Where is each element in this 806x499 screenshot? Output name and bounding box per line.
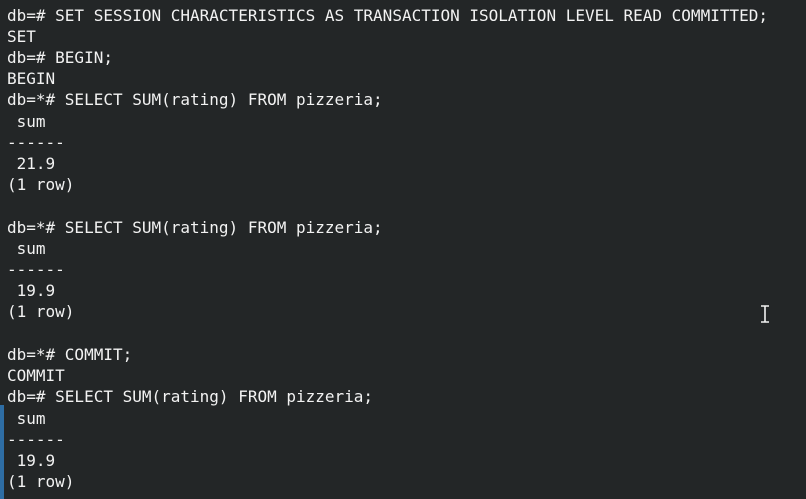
terminal-line: 19.9 [7, 451, 56, 470]
terminal-line: db=# SET SESSION CHARACTERISTICS AS TRAN… [7, 6, 768, 25]
terminal-line: ------ [7, 133, 65, 152]
terminal-line: sum [7, 239, 46, 258]
terminal-line: db=*# SELECT SUM(rating) FROM pizzeria; [7, 90, 383, 109]
terminal-line: sum [7, 409, 46, 428]
terminal-line: COMMIT [7, 366, 65, 385]
text-cursor-icon [761, 305, 769, 323]
terminal-line: sum [7, 112, 46, 131]
terminal-line: ------ [7, 430, 65, 449]
terminal-line: ------ [7, 260, 65, 279]
terminal-line: SET [7, 27, 36, 46]
terminal-line: 21.9 [7, 154, 56, 173]
terminal-line: db=*# COMMIT; [7, 345, 133, 364]
terminal-line: BEGIN [7, 69, 56, 88]
terminal-line: db=*# SELECT SUM(rating) FROM pizzeria; [7, 218, 383, 237]
terminal-line: (1 row) [7, 302, 75, 321]
terminal-window[interactable]: db=# SET SESSION CHARACTERISTICS AS TRAN… [0, 0, 806, 499]
terminal-line: db=# BEGIN; [7, 48, 113, 67]
terminal-line: (1 row) [7, 472, 75, 491]
terminal-line: 19.9 [7, 281, 56, 300]
terminal-line: (1 row) [7, 175, 75, 194]
terminal-line: db=# SELECT SUM(rating) FROM pizzeria; [7, 387, 374, 406]
command-block-marker [0, 405, 4, 499]
